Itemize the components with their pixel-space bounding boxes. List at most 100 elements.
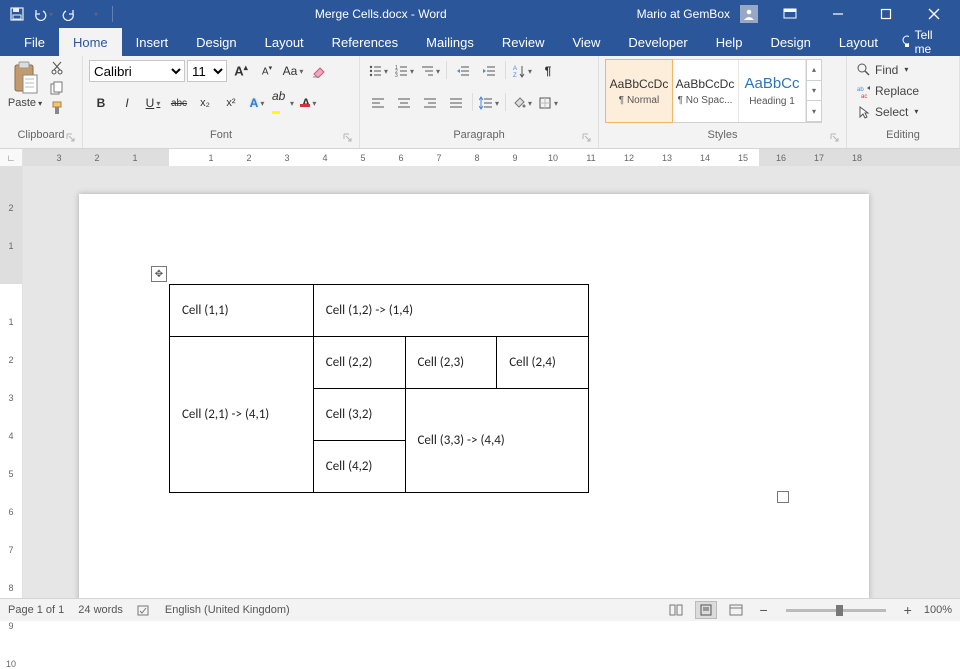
zoom-out-button[interactable]: − <box>755 602 771 618</box>
cut-button[interactable] <box>48 59 66 77</box>
font-name-selector[interactable]: Calibri <box>89 60 185 82</box>
show-marks-button[interactable]: ¶ <box>536 59 560 83</box>
merged-cells-table[interactable]: Cell (1,1) Cell (1,2) -> (1,4) Cell (2,1… <box>169 284 589 493</box>
view-read-mode[interactable] <box>665 601 687 619</box>
table-cell[interactable]: Cell (3,2) <box>313 389 405 441</box>
shading-button[interactable] <box>510 91 534 115</box>
style-heading1[interactable]: AaBbCc Heading 1 <box>739 60 806 122</box>
maximize-button[interactable] <box>864 0 908 28</box>
status-words[interactable]: 24 words <box>78 604 123 616</box>
table-cell[interactable]: Cell (3,3) -> (4,4) <box>405 389 589 493</box>
status-page[interactable]: Page 1 of 1 <box>8 604 64 616</box>
underline-button[interactable]: U <box>141 91 165 115</box>
paragraph-dialog-launcher[interactable] <box>582 133 594 145</box>
justify-button[interactable] <box>444 91 468 115</box>
replace-button[interactable]: abac Replace <box>853 80 923 101</box>
document-scroll[interactable]: ✥ Cell (1,1) Cell (1,2) -> (1,4) Cell (2… <box>23 166 960 599</box>
align-left-button[interactable] <box>366 91 390 115</box>
table-cell[interactable]: Cell (2,4) <box>497 337 589 389</box>
tab-design[interactable]: Design <box>182 28 250 56</box>
view-print-layout[interactable] <box>695 601 717 619</box>
table-cell[interactable]: Cell (2,3) <box>405 337 497 389</box>
tab-selector[interactable]: ∟ <box>0 149 23 167</box>
redo-button[interactable] <box>56 0 82 28</box>
paste-button[interactable]: Paste▾ <box>6 59 44 125</box>
horizontal-ruler[interactable]: 321123456789101112131415161718 <box>23 149 960 167</box>
find-button[interactable]: Find▾ <box>853 59 912 80</box>
tab-mailings[interactable]: Mailings <box>412 28 488 56</box>
ruler-tick: 6 <box>397 149 405 167</box>
superscript-button[interactable]: x² <box>219 91 243 115</box>
table-cell[interactable]: Cell (1,1) <box>170 285 314 337</box>
undo-button[interactable] <box>30 0 56 28</box>
table-cell[interactable]: Cell (2,1) -> (4,1) <box>170 337 314 493</box>
italic-button[interactable]: I <box>115 91 139 115</box>
zoom-level[interactable]: 100% <box>924 604 952 616</box>
font-dialog-launcher[interactable] <box>343 133 355 145</box>
borders-button[interactable] <box>536 91 560 115</box>
tab-insert[interactable]: Insert <box>122 28 183 56</box>
increase-indent-button[interactable] <box>477 59 501 83</box>
zoom-in-button[interactable]: + <box>900 602 916 618</box>
line-spacing-button[interactable] <box>477 91 501 115</box>
decrease-indent-button[interactable] <box>451 59 475 83</box>
tab-table-layout[interactable]: Layout <box>825 28 892 56</box>
user-avatar-icon[interactable] <box>740 5 758 23</box>
styles-dialog-launcher[interactable] <box>830 133 842 145</box>
text-effects-button[interactable]: A <box>245 91 269 115</box>
style-normal[interactable]: AaBbCcDc ¶ Normal <box>605 59 673 123</box>
minimize-button[interactable] <box>816 0 860 28</box>
style-no-spacing[interactable]: AaBbCcDc ¶ No Spac... <box>672 60 739 122</box>
highlight-button[interactable]: ab <box>271 91 295 115</box>
tab-help[interactable]: Help <box>702 28 757 56</box>
copy-button[interactable] <box>48 79 66 97</box>
multilevel-list-button[interactable] <box>418 59 442 83</box>
styles-gallery-scroller[interactable]: ▴ ▾ ▾ <box>806 60 821 122</box>
numbering-button[interactable]: 123 <box>392 59 416 83</box>
table-move-handle[interactable]: ✥ <box>151 266 167 282</box>
font-size-selector[interactable]: 11 <box>187 60 227 82</box>
vertical-ruler[interactable]: 2112345678910 <box>0 166 23 599</box>
bullets-button[interactable] <box>366 59 390 83</box>
align-center-button[interactable] <box>392 91 416 115</box>
status-proofing-icon[interactable] <box>137 603 151 617</box>
format-painter-button[interactable] <box>48 99 66 117</box>
qat-customize-button[interactable] <box>82 0 108 28</box>
table-cell[interactable]: Cell (2,2) <box>313 337 405 389</box>
styles-gallery[interactable]: AaBbCcDc ¶ Normal AaBbCcDc ¶ No Spac... … <box>605 59 822 123</box>
tab-view[interactable]: View <box>558 28 614 56</box>
table-resize-handle[interactable] <box>777 491 789 503</box>
align-right-button[interactable] <box>418 91 442 115</box>
tell-me-button[interactable]: Tell me <box>892 28 946 56</box>
clipboard-dialog-launcher[interactable] <box>66 133 78 145</box>
tab-references[interactable]: References <box>318 28 412 56</box>
clear-formatting-button[interactable] <box>307 59 331 83</box>
change-case-button[interactable]: Aa <box>281 59 305 83</box>
share-button[interactable]: Share <box>952 35 960 49</box>
tab-home[interactable]: Home <box>59 28 122 56</box>
ribbon-display-options-button[interactable] <box>768 0 812 28</box>
gallery-expand[interactable]: ▾ <box>807 101 821 122</box>
gallery-row-up[interactable]: ▴ <box>807 60 821 81</box>
status-language[interactable]: English (United Kingdom) <box>165 604 290 616</box>
view-web-layout[interactable] <box>725 601 747 619</box>
grow-font-button[interactable]: A▴ <box>229 59 253 83</box>
select-button[interactable]: Select▾ <box>853 101 922 122</box>
gallery-row-down[interactable]: ▾ <box>807 81 821 102</box>
shrink-font-button[interactable]: A▾ <box>255 59 279 83</box>
tab-file[interactable]: File <box>10 28 59 56</box>
sort-button[interactable]: AZ <box>510 59 534 83</box>
strikethrough-button[interactable]: abc <box>167 91 191 115</box>
tab-table-design[interactable]: Design <box>756 28 824 56</box>
bold-button[interactable]: B <box>89 91 113 115</box>
tab-review[interactable]: Review <box>488 28 559 56</box>
zoom-slider[interactable] <box>786 609 886 612</box>
save-button[interactable] <box>4 0 30 28</box>
tab-developer[interactable]: Developer <box>614 28 701 56</box>
subscript-button[interactable]: x₂ <box>193 91 217 115</box>
table-cell[interactable]: Cell (1,2) -> (1,4) <box>313 285 588 337</box>
close-button[interactable] <box>912 0 956 28</box>
tab-layout[interactable]: Layout <box>251 28 318 56</box>
table-cell[interactable]: Cell (4,2) <box>313 441 405 493</box>
font-color-button[interactable]: A <box>297 91 321 115</box>
